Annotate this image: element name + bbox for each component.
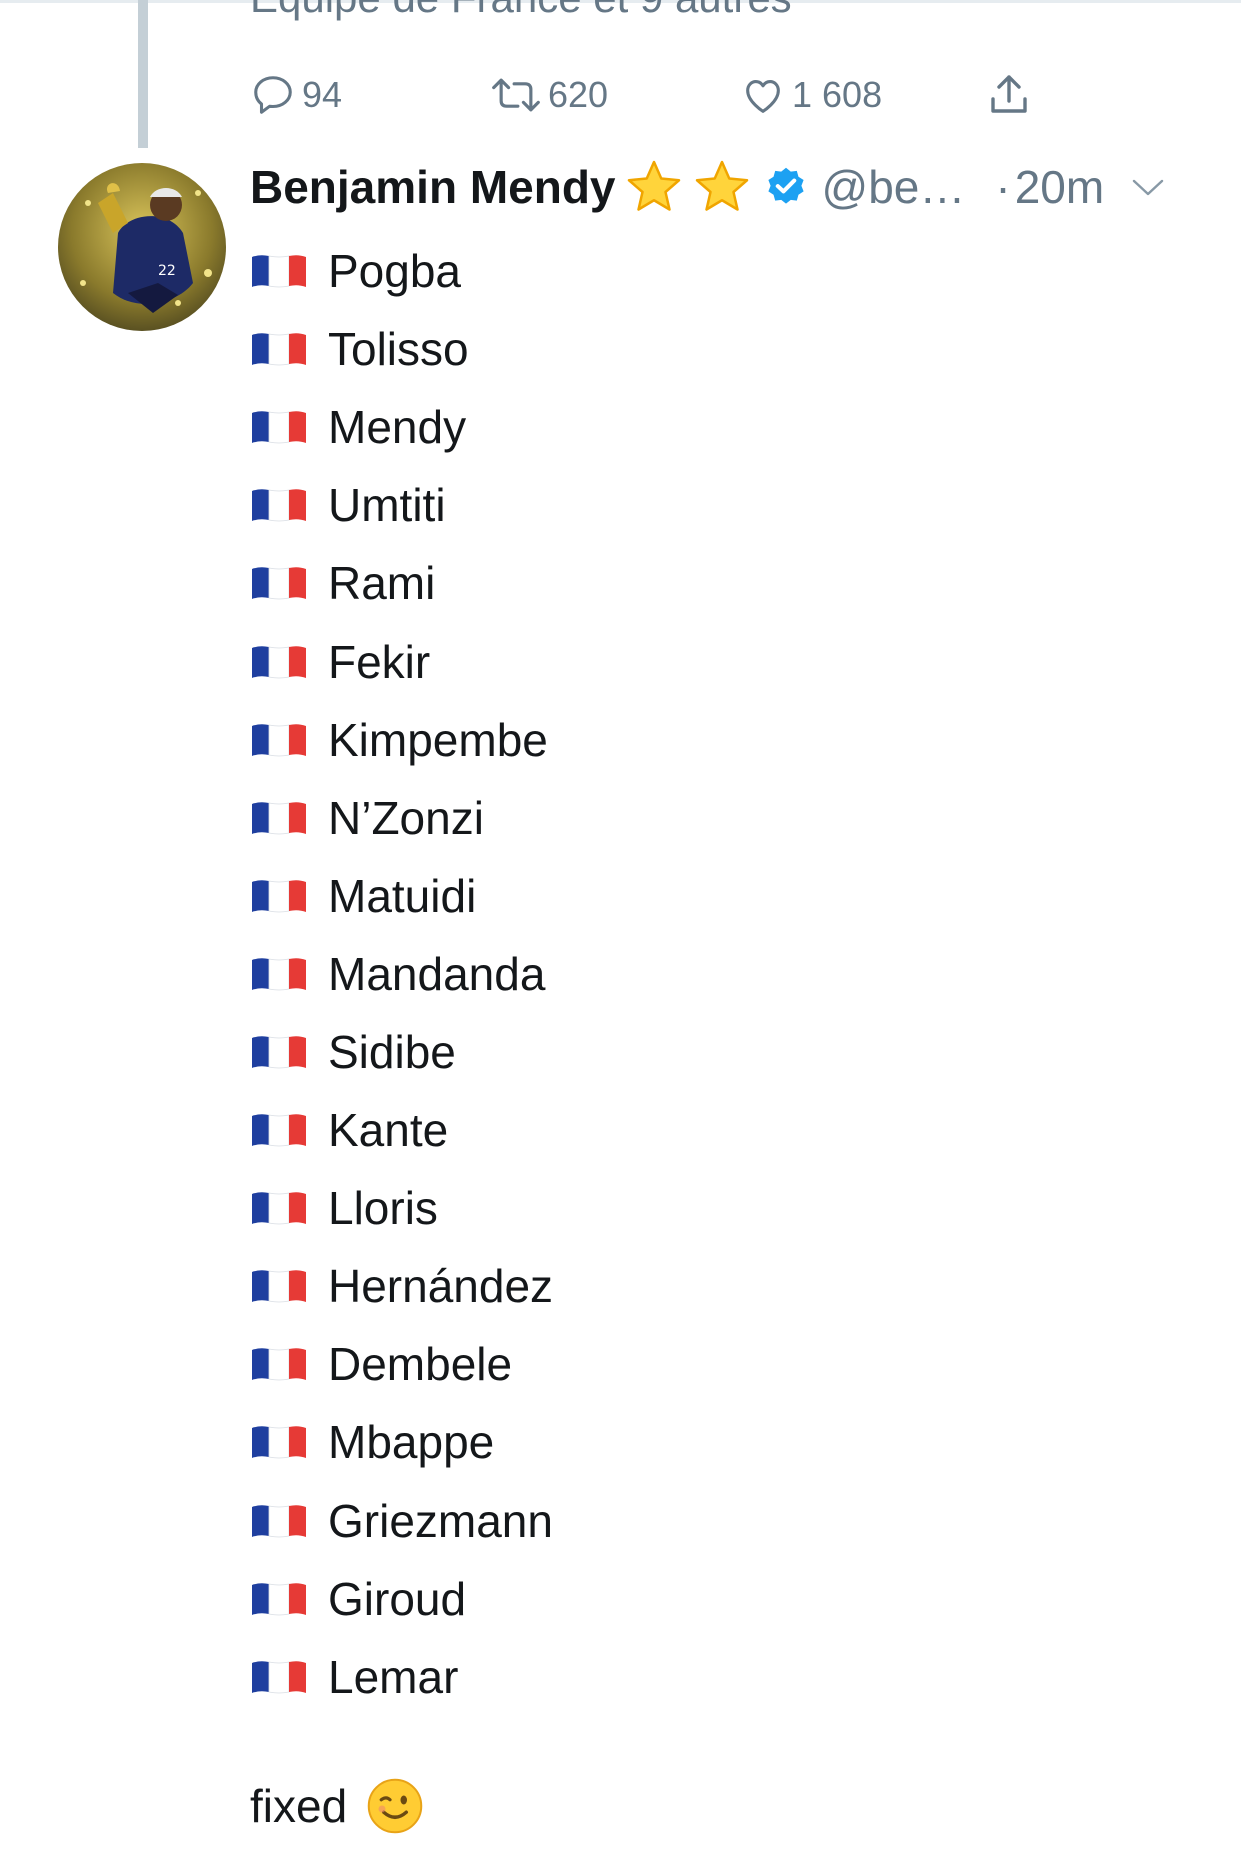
player-name: Fekir: [328, 635, 431, 688]
star-icon: [627, 160, 680, 211]
tweet-header: Benjamin Mendy @be… · 20m: [250, 155, 1200, 219]
tweet-timestamp[interactable]: 20m: [1015, 160, 1104, 214]
france-flag-icon: [252, 723, 306, 757]
france-flag-icon: [252, 1192, 306, 1225]
france-flag-icon: [252, 255, 306, 288]
winking-face-icon: [367, 1778, 423, 1834]
france-flag-icon: [252, 645, 306, 678]
verified-badge-icon: [767, 167, 804, 204]
share-button[interactable]: [985, 60, 1033, 130]
player-name: Kante: [328, 1104, 449, 1157]
previous-tweet-truncated-text: Équipe de France et 9 autres: [250, 0, 792, 22]
france-flag-icon: [252, 879, 306, 913]
france-flag-icon: [252, 489, 306, 522]
france-flag-icon: [252, 1660, 306, 1694]
player-list-item: Pogba: [250, 232, 553, 310]
player-list-item: Mandanda: [250, 935, 553, 1013]
player-list-item: Griezmann: [250, 1482, 553, 1560]
france-flag-icon: [252, 1036, 306, 1069]
player-name: Tolisso: [328, 323, 469, 376]
like-count: 1 608: [792, 74, 883, 115]
player-name: Rami: [328, 557, 436, 610]
player-list-item: Sidibe: [250, 1013, 553, 1091]
chevron-down-icon[interactable]: [1130, 175, 1166, 199]
france-flag-icon: [252, 958, 306, 991]
previous-tweet-action-bar: 94 620 1 608: [250, 60, 1050, 130]
player-name: Matuidi: [328, 869, 477, 922]
player-list-item: Kimpembe: [250, 701, 553, 779]
tweet-closing-text: fixed: [250, 1776, 425, 1836]
player-name: Mandanda: [328, 947, 546, 1000]
player-name: Sidibe: [328, 1025, 456, 1078]
like-icon: [740, 72, 786, 118]
france-flag-icon: [252, 1426, 306, 1459]
player-name: Umtiti: [328, 479, 446, 532]
player-name: Griezmann: [328, 1494, 553, 1547]
star-icon: [695, 160, 748, 211]
france-flag-icon: [252, 1582, 306, 1616]
france-flag-icon: [252, 567, 306, 600]
player-name: Kimpembe: [328, 713, 548, 766]
reply-button[interactable]: 94: [250, 60, 342, 130]
france-flag-icon: [252, 1504, 306, 1537]
reply-count: 94: [302, 74, 343, 115]
player-name: Lemar: [328, 1650, 459, 1703]
player-list-item: Fekir: [250, 622, 553, 700]
france-flag-icon: [252, 333, 306, 366]
player-list-item: Giroud: [250, 1560, 553, 1638]
player-name: Giroud: [328, 1572, 467, 1625]
player-name: Pogba: [328, 245, 462, 298]
retweet-count: 620: [548, 74, 609, 115]
player-name: N’Zonzi: [328, 791, 484, 844]
display-name[interactable]: Benjamin Mendy: [250, 160, 616, 214]
france-flag-icon: [252, 1114, 306, 1147]
player-list: Pogba Tolisso Mendy Umtiti Rami Fekir Ki…: [250, 232, 553, 1716]
player-list-item: Kante: [250, 1091, 553, 1169]
france-flag-icon: [252, 801, 306, 835]
player-name: Mendy: [328, 401, 467, 454]
player-name: Hernández: [328, 1260, 554, 1313]
thread-connector-line: [138, 0, 148, 148]
retweet-icon: [490, 72, 542, 118]
france-flag-icon: [252, 1348, 306, 1381]
player-list-item: Dembele: [250, 1325, 553, 1403]
like-button[interactable]: 1 608: [740, 60, 882, 130]
separator-dot: ·: [995, 161, 1011, 213]
player-name: Lloris: [328, 1182, 438, 1235]
player-list-item: Matuidi: [250, 857, 553, 935]
player-list-item: Rami: [250, 544, 553, 622]
share-icon: [985, 71, 1033, 119]
player-list-item: Tolisso: [250, 310, 553, 388]
avatar[interactable]: 22: [58, 163, 226, 331]
player-list-item: Umtiti: [250, 466, 553, 544]
svg-text:22: 22: [158, 263, 176, 279]
closing-word: fixed: [250, 1780, 348, 1832]
reply-icon: [250, 72, 296, 118]
player-name: Dembele: [328, 1338, 513, 1391]
player-list-item: N’Zonzi: [250, 779, 553, 857]
player-list-item: Hernández: [250, 1247, 553, 1325]
player-name: Mbappe: [328, 1416, 495, 1469]
player-list-item: Lemar: [250, 1638, 553, 1716]
user-handle[interactable]: @be…: [822, 160, 966, 214]
player-list-item: Mendy: [250, 388, 553, 466]
france-flag-icon: [252, 411, 306, 444]
france-flag-icon: [252, 1270, 306, 1303]
player-list-item: Mbappe: [250, 1403, 553, 1481]
player-list-item: Lloris: [250, 1169, 553, 1247]
retweet-button[interactable]: 620: [490, 60, 608, 130]
